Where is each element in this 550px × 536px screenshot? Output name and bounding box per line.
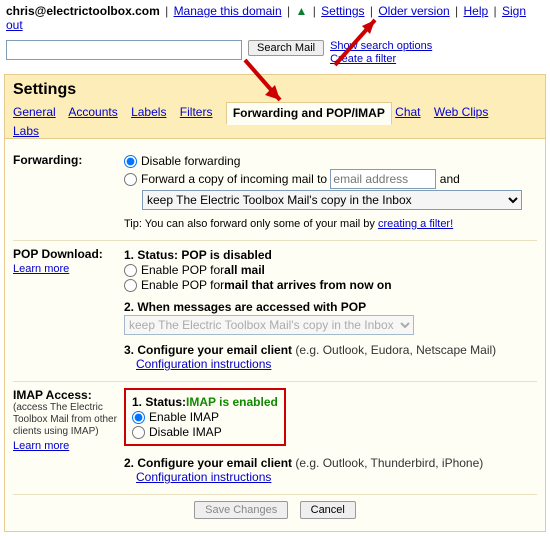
forwarding-label: Forwarding: (13, 153, 124, 167)
imap-status-head: 1. Status: (132, 395, 186, 409)
tab-filters[interactable]: Filters (180, 105, 213, 119)
imap-row: IMAP Access: (access The Electric Toolbo… (13, 382, 537, 495)
pop-label: POP Download: (13, 247, 103, 261)
tab-labels[interactable]: Labels (131, 105, 166, 119)
creating-filter-link[interactable]: creating a filter! (378, 218, 453, 230)
settings-panel: Settings General Accounts Labels Filters… (4, 74, 546, 532)
tabs: General Accounts Labels Filters Forwardi… (5, 101, 545, 138)
tab-accounts[interactable]: Accounts (68, 105, 117, 119)
imap-disable-text: Disable IMAP (149, 425, 222, 439)
pop-enable-now-bold: mail that arrives from now on (224, 278, 391, 292)
create-filter-link[interactable]: Create a filter (330, 53, 396, 65)
imap-disable-radio[interactable] (132, 426, 145, 439)
forward-and-text: and (440, 172, 460, 186)
pop-learn-more-link[interactable]: Learn more (13, 263, 118, 275)
imap-enable-radio[interactable] (132, 411, 145, 424)
disable-forwarding-text: Disable forwarding (141, 154, 240, 168)
pop-enable-all-radio[interactable] (124, 264, 137, 277)
imap-sublabel: (access The Electric Toolbox Mail from o… (13, 402, 118, 438)
save-changes-button[interactable]: Save Changes (194, 501, 288, 519)
show-search-options-link[interactable]: Show search options (330, 40, 432, 52)
pop-when-heading: 2. When messages are accessed with POP (124, 300, 537, 314)
pop-configure-heading: 3. Configure your email client (124, 343, 292, 357)
imap-highlight-box: 1. Status: IMAP is enabled Enable IMAP D… (124, 388, 286, 446)
tab-web-clips[interactable]: Web Clips (434, 105, 488, 119)
pop-status: POP is disabled (181, 248, 271, 262)
imap-configure-eg: (e.g. Outlook, Thunderbird, iPhone) (292, 456, 483, 470)
search-row: Search Mail Show search options Create a… (0, 40, 550, 74)
imap-status: IMAP is enabled (186, 395, 278, 409)
labs-icon: ▲ (295, 4, 307, 18)
pop-configure-eg: (e.g. Outlook, Eudora, Netscape Mail) (292, 343, 496, 357)
pop-enable-now-radio[interactable] (124, 279, 137, 292)
forwarding-row: Forwarding: Disable forwarding Forward a… (13, 147, 537, 241)
search-input[interactable] (6, 40, 242, 60)
forward-keep-select[interactable]: keep The Electric Toolbox Mail's copy in… (142, 190, 522, 210)
pop-enable-now-text: Enable POP for (141, 278, 224, 292)
forward-tip-text: Tip: You can also forward only some of y… (124, 218, 378, 230)
forward-copy-text: Forward a copy of incoming mail to (141, 172, 327, 186)
top-bar: chris@electrictoolbox.com | Manage this … (0, 0, 550, 40)
help-link[interactable]: Help (464, 4, 489, 18)
imap-learn-more-link[interactable]: Learn more (13, 440, 118, 452)
footer-buttons: Save Changes Cancel (13, 495, 537, 523)
older-version-link[interactable]: Older version (378, 4, 449, 18)
cancel-button[interactable]: Cancel (300, 501, 356, 519)
manage-domain-link[interactable]: Manage this domain (174, 4, 282, 18)
settings-content: Forwarding: Disable forwarding Forward a… (5, 138, 545, 531)
tab-labs[interactable]: Labs (13, 124, 39, 138)
pop-config-instructions-link[interactable]: Configuration instructions (136, 357, 271, 371)
pop-row: POP Download: Learn more 1. Status: POP … (13, 241, 537, 382)
imap-configure-heading: 2. Configure your email client (124, 456, 292, 470)
disable-forwarding-radio[interactable] (124, 155, 137, 168)
imap-config-instructions-link[interactable]: Configuration instructions (136, 470, 271, 484)
imap-label: IMAP Access: (13, 388, 92, 402)
tab-forwarding-pop-imap[interactable]: Forwarding and POP/IMAP (226, 102, 392, 125)
panel-title: Settings (5, 75, 545, 101)
forward-copy-radio[interactable] (124, 173, 137, 186)
pop-enable-all-text: Enable POP for (141, 263, 224, 277)
search-mail-button[interactable]: Search Mail (248, 40, 324, 56)
user-email: chris@electrictoolbox.com (6, 4, 160, 18)
pop-when-select[interactable]: keep The Electric Toolbox Mail's copy in… (124, 315, 414, 335)
pop-enable-all-bold: all mail (224, 263, 265, 277)
tab-general[interactable]: General (13, 105, 56, 119)
tab-chat[interactable]: Chat (395, 105, 420, 119)
pop-status-head: 1. Status: (124, 248, 181, 262)
settings-link[interactable]: Settings (321, 4, 364, 18)
imap-enable-text: Enable IMAP (149, 410, 219, 424)
forward-email-input[interactable] (330, 169, 436, 189)
